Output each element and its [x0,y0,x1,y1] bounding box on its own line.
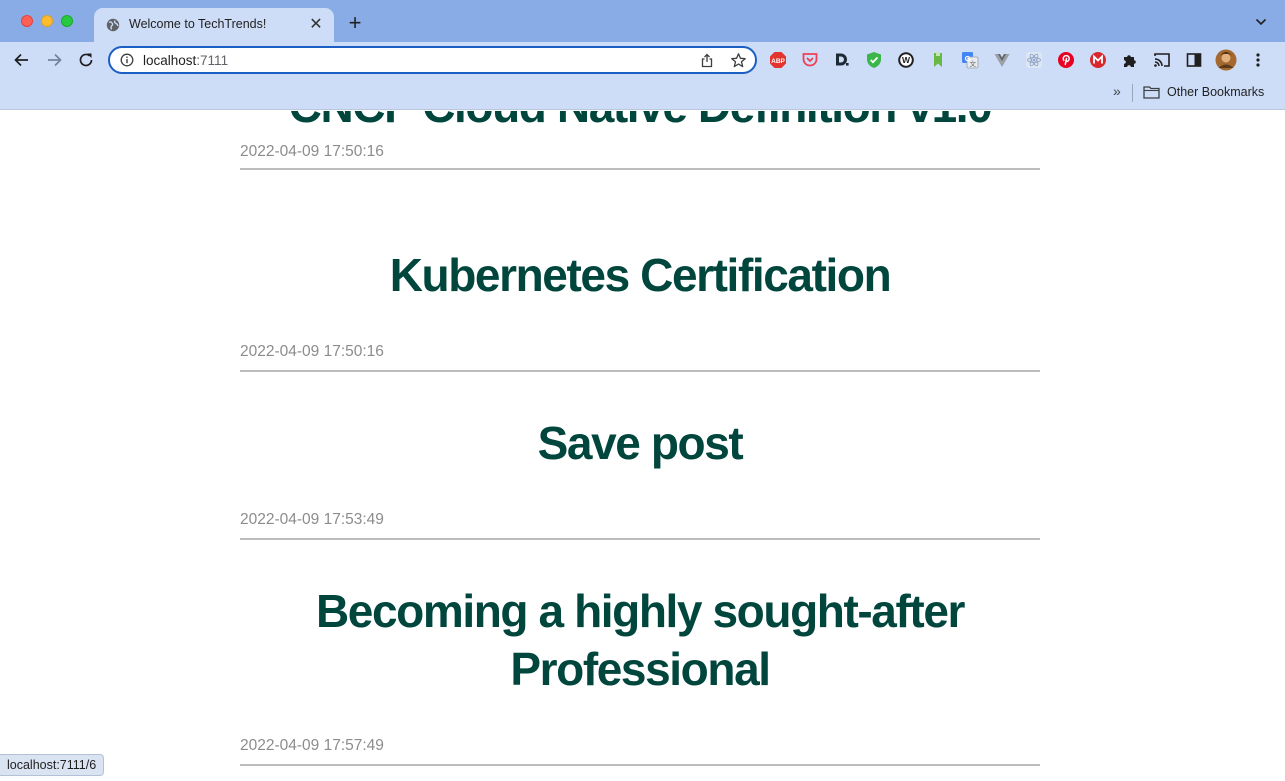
close-window-button[interactable] [21,15,33,27]
post-title-link[interactable]: Save post [240,414,1040,472]
profile-avatar[interactable] [1215,49,1237,71]
post-date: 2022-04-09 17:50:16 [240,143,384,160]
cast-icon[interactable] [1153,51,1171,69]
post-item: Becoming a highly sought-after Professio… [240,582,1040,772]
react-icon[interactable] [1025,51,1043,69]
post-divider [240,764,1040,766]
address-bar[interactable]: localhost:7111 [108,46,757,74]
toolbar: localhost:7111 ABP W G 文 [0,42,1285,78]
forward-icon[interactable] [44,50,64,70]
post-divider [240,538,1040,540]
tab-active[interactable]: Welcome to TechTrends! ✕ [94,8,334,42]
maximize-window-button[interactable] [61,15,73,27]
svg-text:W: W [902,55,911,65]
post-divider [240,168,1040,170]
translate-icon[interactable]: G 文 [961,51,979,69]
back-icon[interactable] [12,50,32,70]
star-icon[interactable] [730,52,747,69]
svg-text:ABP: ABP [771,58,785,65]
bookmarks-divider [1132,84,1133,102]
puzzle-icon[interactable] [1121,51,1139,69]
pocket-icon[interactable] [801,51,819,69]
tab-strip: Welcome to TechTrends! ✕ + [0,0,1285,42]
pinterest-icon[interactable] [1057,51,1075,69]
url-port: :7111 [196,53,229,68]
new-tab-button[interactable]: + [346,12,364,34]
post-date: 2022-04-09 17:57:49 [240,737,384,754]
dashlane-icon[interactable] [833,51,851,69]
tab-title: Welcome to TechTrends! [129,17,267,31]
post-item: Save post 2022-04-09 17:53:49 [240,414,1040,544]
post-item: Kubernetes Certification 2022-04-09 17:5… [240,246,1040,376]
post-item: CNCF Cloud Native Definition v1.0 2022-0… [240,111,1040,177]
link-status-bubble: localhost:7111/6 [0,754,105,776]
post-date: 2022-04-09 17:53:49 [240,511,384,528]
vue-icon[interactable] [993,51,1011,69]
bookmarks-bar: » Other Bookmarks [0,78,1285,110]
bookmarks-overflow-button[interactable]: » [1113,83,1121,99]
url-text: localhost:7111 [143,53,228,68]
other-bookmarks-button[interactable]: Other Bookmarks [1167,85,1264,99]
url-host: localhost [143,53,197,68]
post-date: 2022-04-09 17:50:16 [240,343,384,360]
shield-icon[interactable] [865,51,883,69]
menu-icon[interactable] [1250,51,1266,69]
svg-text:文: 文 [970,59,977,68]
post-title-link[interactable]: CNCF Cloud Native Definition v1.0 [240,111,1040,135]
post-title-link[interactable]: Kubernetes Certification [240,246,1040,304]
share-icon[interactable] [700,53,714,68]
folder-icon[interactable] [1143,85,1160,99]
tab-close-button[interactable]: ✕ [308,17,324,33]
browser-window: Welcome to TechTrends! ✕ + localhost:711… [0,0,1285,781]
page-content: CNCF Cloud Native Definition v1.0 2022-0… [0,111,1285,781]
chevron-down-icon[interactable] [1255,17,1267,27]
post-divider [240,370,1040,372]
globe-icon [106,18,120,32]
w-icon[interactable]: W [897,51,915,69]
side-panel-icon[interactable] [1185,51,1203,69]
post-title-link[interactable]: Becoming a highly sought-after Professio… [240,582,1040,698]
mega-icon[interactable] [1089,51,1107,69]
reload-icon[interactable] [76,50,96,70]
adblock-icon[interactable]: ABP [769,51,787,69]
minimize-window-button[interactable] [41,15,53,27]
info-icon[interactable] [120,53,134,67]
bookmark-icon[interactable] [929,51,947,69]
